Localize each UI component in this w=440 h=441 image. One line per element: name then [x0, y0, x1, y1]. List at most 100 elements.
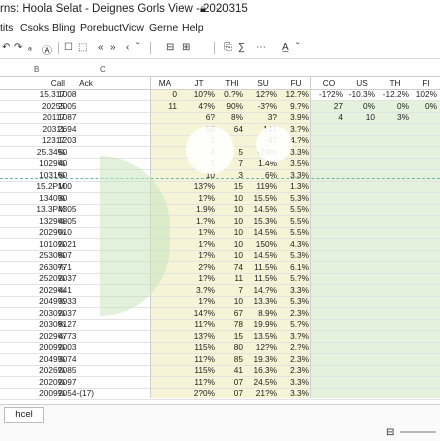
menu-item-bling[interactable]: Bling	[52, 22, 75, 34]
table-cell[interactable]	[150, 261, 180, 273]
table-cell[interactable]	[378, 341, 412, 353]
table-cell[interactable]: 1?%	[180, 249, 218, 261]
table-cell[interactable]	[150, 157, 180, 169]
table-cell[interactable]: 3.3%	[280, 146, 312, 158]
table-cell[interactable]	[378, 134, 412, 146]
table-cell[interactable]: 2?0%	[180, 387, 218, 399]
table-cell[interactable]: 5.3%	[280, 295, 312, 307]
zoom-slider[interactable]	[400, 431, 436, 433]
table-cell[interactable]	[412, 272, 440, 284]
table-cell[interactable]	[346, 123, 378, 135]
table-cell[interactable]: 90%	[218, 100, 246, 112]
table-cell[interactable]: 15.3%	[246, 215, 280, 227]
menu-item-gerne[interactable]: Gerne	[149, 22, 178, 34]
table-cell[interactable]	[412, 330, 440, 342]
table-cell[interactable]	[412, 387, 440, 399]
table-cell[interactable]: 5.5%	[280, 203, 312, 215]
table-cell[interactable]: 3074	[56, 353, 116, 365]
table-cell[interactable]	[150, 295, 180, 307]
table-cell[interactable]: 1203	[56, 134, 116, 146]
table-cell[interactable]: 80	[218, 341, 246, 353]
table-cell[interactable]: 15	[218, 180, 246, 192]
table-cell[interactable]: 74	[218, 261, 246, 273]
expand-icon[interactable]: ⊞	[182, 42, 190, 53]
table-cell[interactable]	[378, 192, 412, 204]
table-cell[interactable]	[346, 364, 378, 376]
sum-icon[interactable]: ∑	[238, 42, 245, 53]
table-cell[interactable]: 010	[56, 226, 116, 238]
table-cell[interactable]: 119%	[246, 180, 280, 192]
table-cell[interactable]	[346, 249, 378, 261]
table-cell[interactable]	[412, 146, 440, 158]
table-cell[interactable]: 2.?%	[280, 341, 312, 353]
back-icon[interactable]: ‹	[126, 42, 129, 53]
table-cell[interactable]: 11	[150, 100, 180, 112]
table-cell[interactable]: 3.9%	[280, 111, 312, 123]
table-cell[interactable]	[150, 307, 180, 319]
freeze-pane-line[interactable]	[0, 178, 440, 179]
table-cell[interactable]: 102%	[412, 88, 440, 100]
table-cell[interactable]: 0	[150, 88, 180, 100]
dropdown-icon[interactable]: ˇ	[296, 42, 299, 53]
table-cell[interactable]: 07	[218, 387, 246, 399]
table-cell[interactable]	[412, 353, 440, 365]
table-cell[interactable]	[312, 192, 346, 204]
table-cell[interactable]: -3?%	[246, 100, 280, 112]
table-cell[interactable]	[346, 272, 378, 284]
table-cell[interactable]: 27	[312, 100, 346, 112]
table-cell[interactable]	[312, 238, 346, 250]
table-cell[interactable]: 4305	[56, 203, 116, 215]
table-cell[interactable]: 1?%	[180, 272, 218, 284]
table-cell[interactable]: 07	[218, 376, 246, 388]
table-cell[interactable]: 150%	[246, 238, 280, 250]
table-cell[interactable]	[412, 364, 440, 376]
table-cell[interactable]: 1.4%	[246, 157, 280, 169]
table-cell[interactable]	[150, 353, 180, 365]
table-cell[interactable]: 1087	[56, 111, 116, 123]
table-cell[interactable]: 5.3%	[280, 192, 312, 204]
table-cell[interactable]: 64	[218, 123, 246, 135]
table-cell[interactable]: 1008	[56, 88, 116, 100]
menu-item-help[interactable]: Help	[182, 22, 204, 34]
table-cell[interactable]: 41	[218, 364, 246, 376]
table-cell[interactable]: 3?	[246, 111, 280, 123]
table-cell[interactable]: 11.5%	[246, 272, 280, 284]
table-cell[interactable]	[346, 295, 378, 307]
table-cell[interactable]: 13?%	[180, 330, 218, 342]
table-cell[interactable]	[346, 157, 378, 169]
table-cell[interactable]	[312, 146, 346, 158]
table-cell[interactable]: 4.3%	[280, 238, 312, 250]
table-cell[interactable]	[150, 111, 180, 123]
border-icon[interactable]: ⬚	[78, 42, 87, 53]
table-cell[interactable]	[150, 387, 180, 399]
table-cell[interactable]: 3.?%	[280, 330, 312, 342]
table-cell[interactable]: 3.3%	[280, 387, 312, 399]
table-cell[interactable]: 13.5%	[246, 330, 280, 342]
table-cell[interactable]	[312, 330, 346, 342]
table-cell[interactable]	[346, 215, 378, 227]
table-cell[interactable]	[412, 341, 440, 353]
table-cell[interactable]: 10	[218, 226, 246, 238]
table-cell[interactable]: 1?%	[180, 192, 218, 204]
table-cell[interactable]: 19.9%	[246, 318, 280, 330]
table-cell[interactable]: 85	[218, 353, 246, 365]
table-cell[interactable]	[150, 180, 180, 192]
table-cell[interactable]	[150, 123, 180, 135]
table-cell[interactable]	[378, 318, 412, 330]
table-cell[interactable]	[150, 330, 180, 342]
table-cell[interactable]	[378, 157, 412, 169]
table-cell[interactable]: 1?%	[180, 238, 218, 250]
table-cell[interactable]: 2.3%	[280, 307, 312, 319]
table-cell[interactable]: 10	[346, 111, 378, 123]
table-cell[interactable]: 11	[218, 272, 246, 284]
table-cell[interactable]: 11?%	[180, 353, 218, 365]
table-cell[interactable]: 13.3%	[246, 295, 280, 307]
table-cell[interactable]	[150, 238, 180, 250]
table-cell[interactable]	[312, 226, 346, 238]
table-cell[interactable]: 50	[56, 146, 116, 158]
table-cell[interactable]: 0%	[378, 100, 412, 112]
table-cell[interactable]: 115%	[180, 364, 218, 376]
table-cell[interactable]: 1.3%	[280, 180, 312, 192]
table-cell[interactable]: 5	[218, 146, 246, 158]
table-cell[interactable]	[346, 180, 378, 192]
